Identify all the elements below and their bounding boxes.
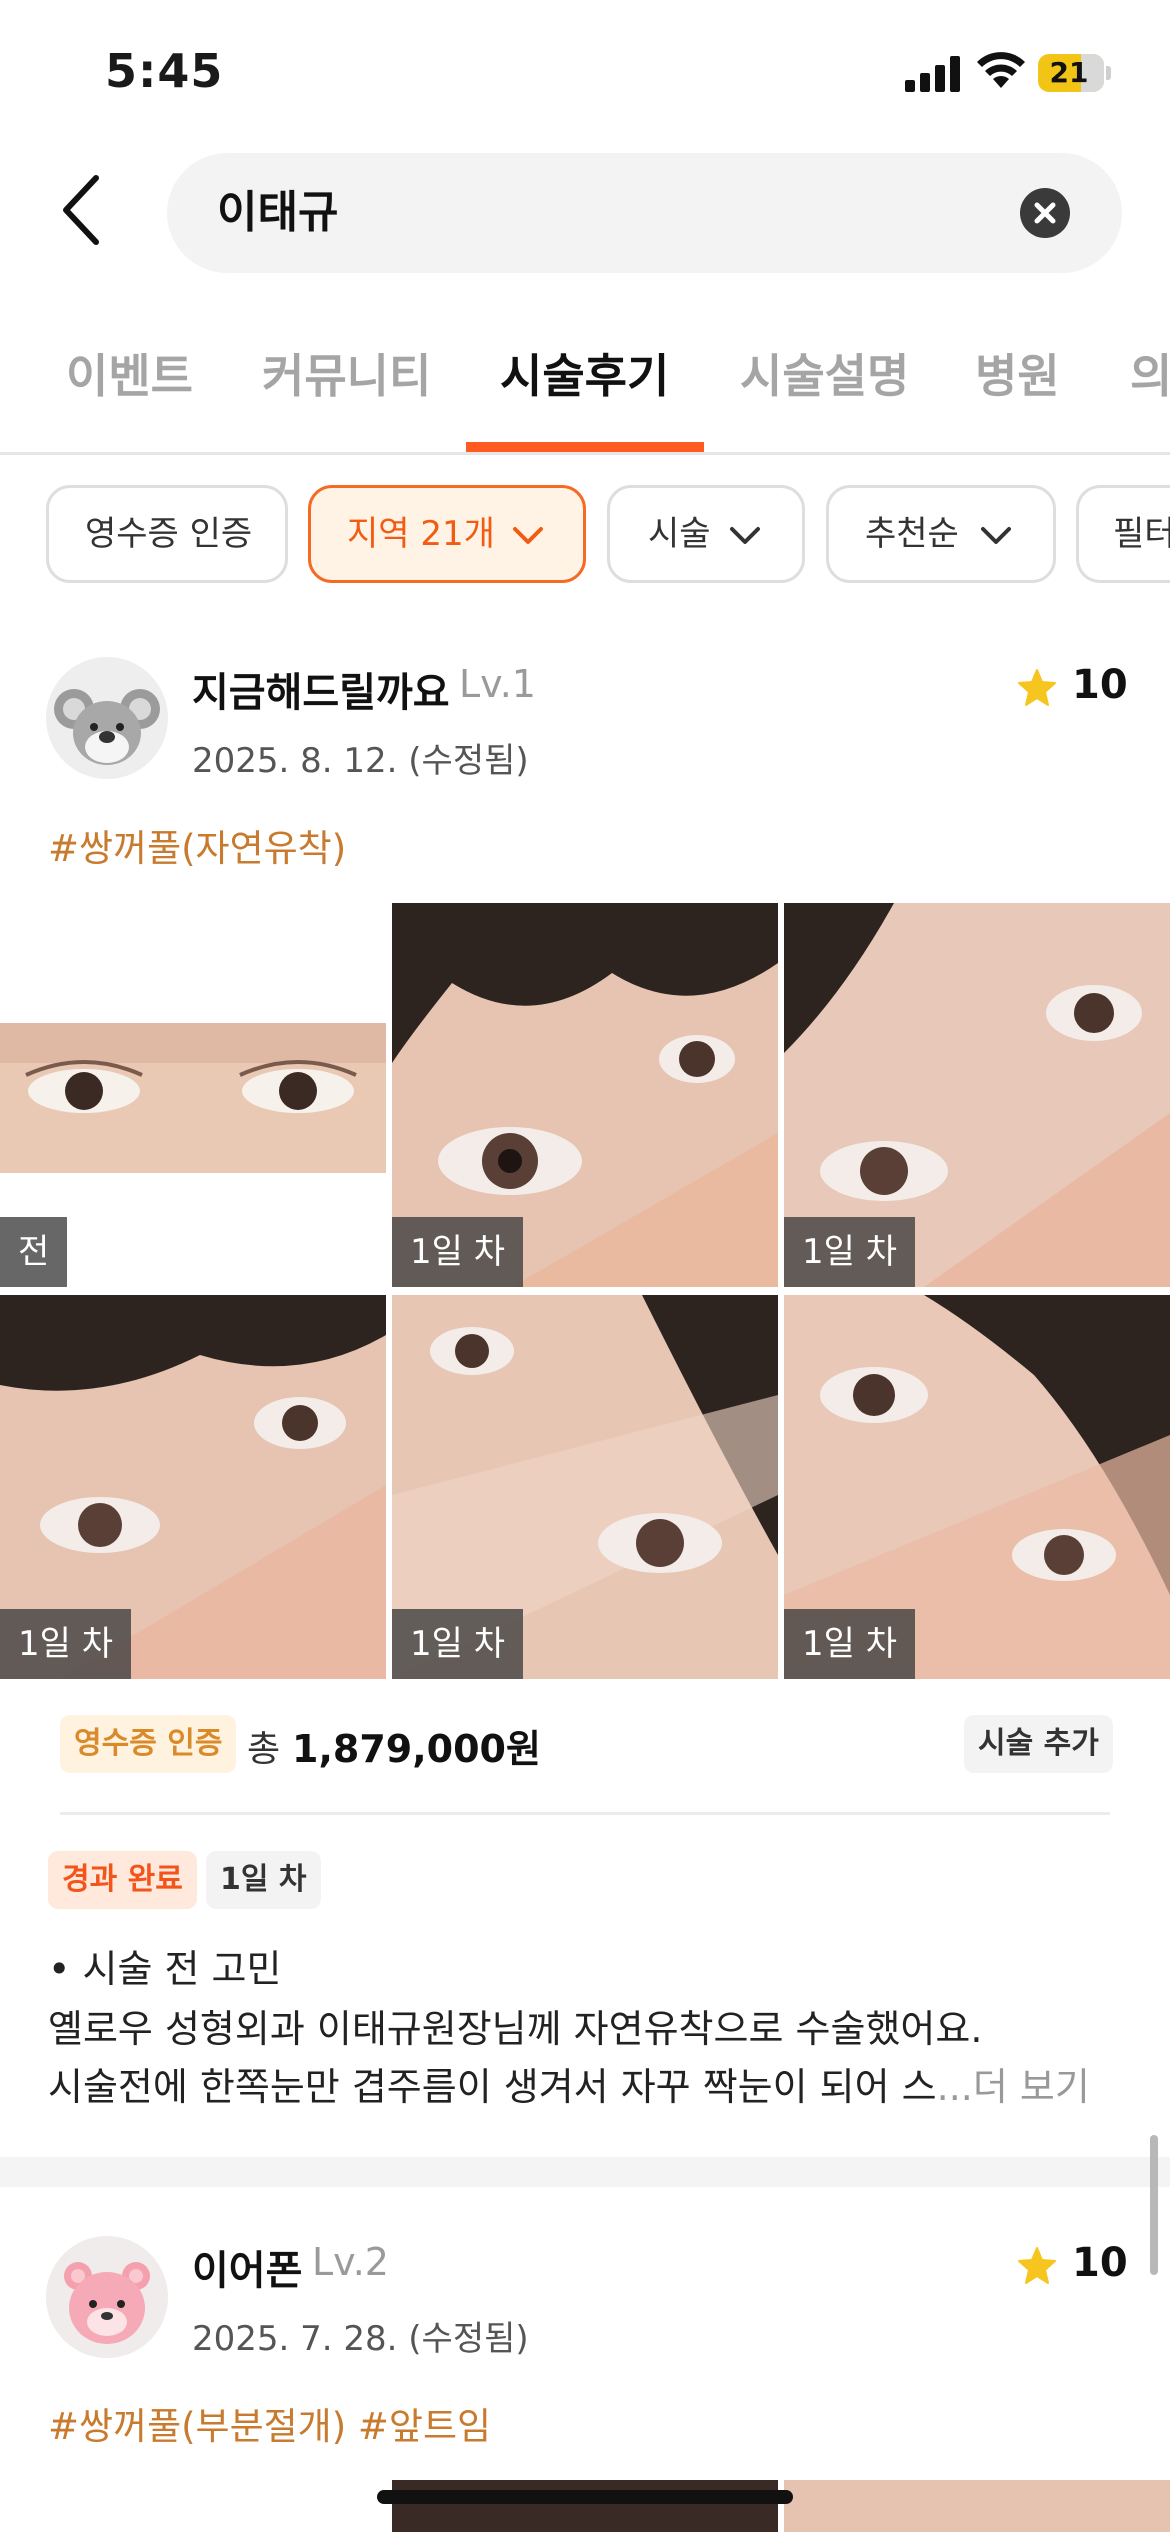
review-text-line: 시술전에 한쪽눈만 겹주름이 생겨서 자꾸 짝눈이 되어 스...더 보기	[48, 2056, 1090, 2111]
active-tab-indicator	[466, 442, 704, 452]
post-date: 2025. 7. 28. (수정됨)	[192, 2319, 529, 2359]
review-text: 시술전에 한쪽눈만 겹주름이 생겨서 자꾸 짝눈이 되어 스	[48, 2065, 937, 2109]
scrollbar[interactable]	[1150, 2135, 1158, 2275]
photo-label: 1일 차	[784, 1217, 915, 1287]
user-avatar[interactable]	[46, 2236, 168, 2358]
category-tabs: 이벤트 커뮤니티 시술후기 시술설명 병원 의	[0, 300, 1170, 455]
review-photo[interactable]: 1일 차	[392, 1295, 778, 1679]
filter-procedure[interactable]: 시술	[607, 485, 805, 583]
user-level: Lv.2	[312, 2240, 389, 2284]
username[interactable]: 지금해드릴까요	[192, 660, 450, 718]
chevron-down-icon	[981, 527, 1011, 544]
star-icon	[1018, 2247, 1056, 2284]
battery-level: 21	[1049, 56, 1089, 89]
photo-label: 전	[0, 1217, 68, 1287]
status-time: 5:45	[105, 44, 224, 98]
tab-reviews[interactable]: 시술후기	[500, 340, 669, 406]
add-procedure-button[interactable]: 시술 추가	[964, 1715, 1113, 1773]
review-photo[interactable]: 1일 차	[0, 1295, 386, 1679]
review-text-line: 옐로우 성형외과 이태규원장님께 자연유착으로 수술했어요.	[48, 2007, 983, 2051]
user-level: Lv.1	[459, 662, 536, 706]
review-photo[interactable]: 1일 차	[392, 903, 778, 1287]
search-input[interactable]: 이태규	[167, 153, 1122, 273]
total-price: 1,879,000원	[292, 1727, 541, 1771]
review-photo[interactable]	[784, 2480, 1170, 2532]
username[interactable]: 이어폰	[192, 2238, 302, 2296]
chevron-down-icon	[513, 527, 543, 544]
tab-doctor[interactable]: 의	[1130, 340, 1170, 406]
filter-label: 추천순	[865, 514, 959, 554]
filter-label: 시술	[648, 514, 711, 554]
tab-procedure-info[interactable]: 시술설명	[740, 340, 909, 406]
procedure-tags[interactable]: #쌍꺼풀(부분절개) #앞트임	[48, 2396, 491, 2450]
photo-label: 1일 차	[392, 1217, 523, 1287]
receipt-verified-badge: 영수증 인증	[60, 1715, 237, 1773]
tab-community[interactable]: 커뮤니티	[262, 340, 431, 406]
filter-more[interactable]: 필터	[1076, 485, 1170, 583]
day-badge: 1일 차	[206, 1851, 321, 1909]
photo-label: 1일 차	[392, 1609, 523, 1679]
filter-label: 영수증 인증	[85, 514, 253, 554]
filter-label: 필터	[1113, 514, 1170, 554]
photo-label: 1일 차	[0, 1609, 131, 1679]
bear-avatar-icon	[46, 2236, 168, 2358]
star-icon	[1018, 669, 1056, 706]
photo-grid: 전 1일 차 1일 차 1일 차 1일 차 1일 차	[0, 903, 1170, 1679]
cellular-signal-icon	[905, 56, 960, 92]
status-bar: 5:45 21	[0, 0, 1170, 150]
back-arrow-icon[interactable]	[52, 170, 122, 250]
review-photo[interactable]	[392, 2480, 778, 2532]
tab-hospital[interactable]: 병원	[975, 340, 1060, 406]
read-more-link[interactable]: ...더 보기	[937, 2065, 1090, 2109]
koala-avatar-icon	[46, 657, 168, 779]
user-avatar[interactable]	[46, 657, 168, 779]
rating-score: 10	[1072, 662, 1128, 708]
review-photo[interactable]: 1일 차	[784, 1295, 1170, 1679]
status-badge: 경과 완료	[48, 1851, 197, 1909]
clear-search-button[interactable]	[1020, 188, 1070, 238]
section-separator	[0, 2157, 1170, 2187]
filter-sort[interactable]: 추천순	[826, 485, 1056, 583]
filter-receipt-verified[interactable]: 영수증 인증	[46, 485, 288, 583]
home-indicator[interactable]	[377, 2490, 793, 2504]
divider	[60, 1812, 1110, 1815]
photo-label: 1일 차	[784, 1609, 915, 1679]
review-heading: • 시술 전 고민	[48, 1947, 282, 1991]
close-icon	[1034, 202, 1056, 224]
review-photo[interactable]: 전	[0, 903, 386, 1287]
rating-score: 10	[1072, 2240, 1128, 2286]
photo-grid	[0, 2480, 1170, 2532]
tab-event[interactable]: 이벤트	[66, 340, 193, 406]
search-query[interactable]: 이태규	[217, 153, 338, 273]
battery-icon: 21	[1038, 54, 1111, 92]
review-photo[interactable]: 1일 차	[784, 903, 1170, 1287]
procedure-tags[interactable]: #쌍꺼풀(자연유착)	[48, 818, 346, 872]
filter-label: 지역 21개	[347, 514, 495, 554]
post-date: 2025. 8. 12. (수정됨)	[192, 741, 529, 781]
wifi-icon	[977, 52, 1025, 88]
filter-region[interactable]: 지역 21개	[308, 485, 586, 583]
chevron-down-icon	[730, 527, 760, 544]
total-label: 총	[247, 1729, 281, 1770]
